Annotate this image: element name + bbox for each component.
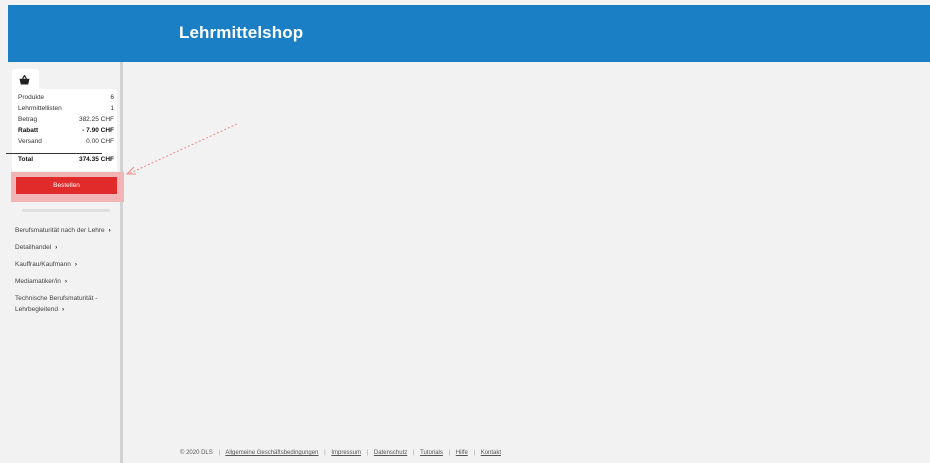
footer-link-tutorials[interactable]: Tutorials: [420, 450, 443, 456]
sidebar-item-mediamatiker[interactable]: Mediamatiker/in ›: [15, 276, 120, 287]
sidebar-item-technische-bm[interactable]: Technische Berufsmaturität - Lehrbegleit…: [15, 293, 120, 315]
sidebar-separator: [22, 209, 110, 212]
cart-row-label: Lehrmittellisten: [18, 105, 62, 112]
sidebar-item-label: Mediamatiker/in: [15, 278, 61, 285]
sidebar-item-label: Detailhandel: [15, 244, 52, 251]
chevron-right-icon: ›: [62, 306, 65, 313]
chevron-right-icon: ›: [64, 278, 68, 285]
cart-row-total: Total 374.35 CHF: [18, 156, 114, 165]
cart-row-value: - 7.90 CHF: [82, 127, 114, 134]
cart-row-lists: Lehrmittellisten 1: [18, 105, 114, 114]
footer-link-kontakt[interactable]: Kontakt: [481, 450, 501, 456]
cart-row-discount: Rabatt - 7.90 CHF: [18, 127, 114, 136]
header: Lehrmittelshop: [8, 5, 930, 62]
cart-row-amount: Betrag 382.25 CHF: [18, 116, 114, 125]
sidebar-item-label: Kauffrau/Kaufmann: [15, 261, 71, 268]
cart-row-label: Rabatt: [18, 127, 39, 134]
cart-divider: [6, 153, 102, 154]
sidebar-item-label: Technische Berufsmaturität - Lehrbegleit…: [15, 295, 98, 313]
annotation-arrow-icon: [125, 123, 238, 175]
cart-row-value: 0.00 CHF: [86, 138, 114, 145]
footer-separator: |: [218, 450, 221, 456]
page-title: Lehrmittelshop: [179, 23, 304, 42]
footer-separator: |: [412, 450, 415, 456]
cart-row-label: Betrag: [18, 116, 38, 123]
footer-separator: |: [324, 450, 326, 456]
sidebar-item-label: Berufsmaturität nach der Lehre: [15, 227, 105, 234]
footer-link-impressum[interactable]: Impressum: [331, 450, 361, 456]
footer-separator: |: [366, 450, 369, 456]
footer-copyright: © 2020 DLS: [180, 450, 213, 456]
footer-separator: |: [473, 450, 476, 456]
chevron-right-icon: ›: [108, 227, 111, 234]
sidebar-item-berufsmaturitaet[interactable]: Berufsmaturität nach der Lehre ›: [15, 225, 120, 236]
sidebar-nav: Berufsmaturität nach der Lehre › Detailha…: [15, 225, 120, 321]
chevron-right-icon: ›: [55, 244, 58, 251]
chevron-right-icon: ›: [74, 261, 78, 268]
footer-separator: |: [448, 450, 451, 456]
basket-icon: [19, 75, 30, 85]
footer: © 2020 DLS | Allgemeine Geschäftsbedingu…: [180, 450, 501, 456]
cart-total-label: Total: [18, 156, 34, 163]
cart-row-value: 382.25 CHF: [78, 116, 114, 123]
sidebar-item-detailhandel[interactable]: Detailhandel ›: [15, 242, 120, 253]
footer-link-agb[interactable]: Allgemeine Geschäftsbedingungen: [225, 450, 318, 456]
footer-link-hilfe[interactable]: Hilfe: [456, 450, 468, 456]
sidebar-item-kaufmann[interactable]: Kauffrau/Kaufmann ›: [15, 259, 120, 270]
cart-row-label: Versand: [18, 138, 42, 145]
cart-summary: Produkte 6 Lehrmittellisten 1 Betrag 382…: [12, 89, 117, 171]
cart-tab[interactable]: [12, 69, 39, 91]
order-button[interactable]: Bestellen: [16, 177, 117, 194]
cart-row-shipping: Versand 0.00 CHF: [18, 138, 114, 147]
cart-total-value: 374.35 CHF: [78, 156, 114, 163]
cart-row-value: 6: [110, 94, 114, 101]
footer-link-datenschutz[interactable]: Datenschutz: [374, 450, 407, 456]
cart-row-label: Produkte: [18, 94, 45, 101]
cart-row-value: 1: [110, 105, 114, 112]
cart-row-products: Produkte 6: [18, 94, 114, 103]
